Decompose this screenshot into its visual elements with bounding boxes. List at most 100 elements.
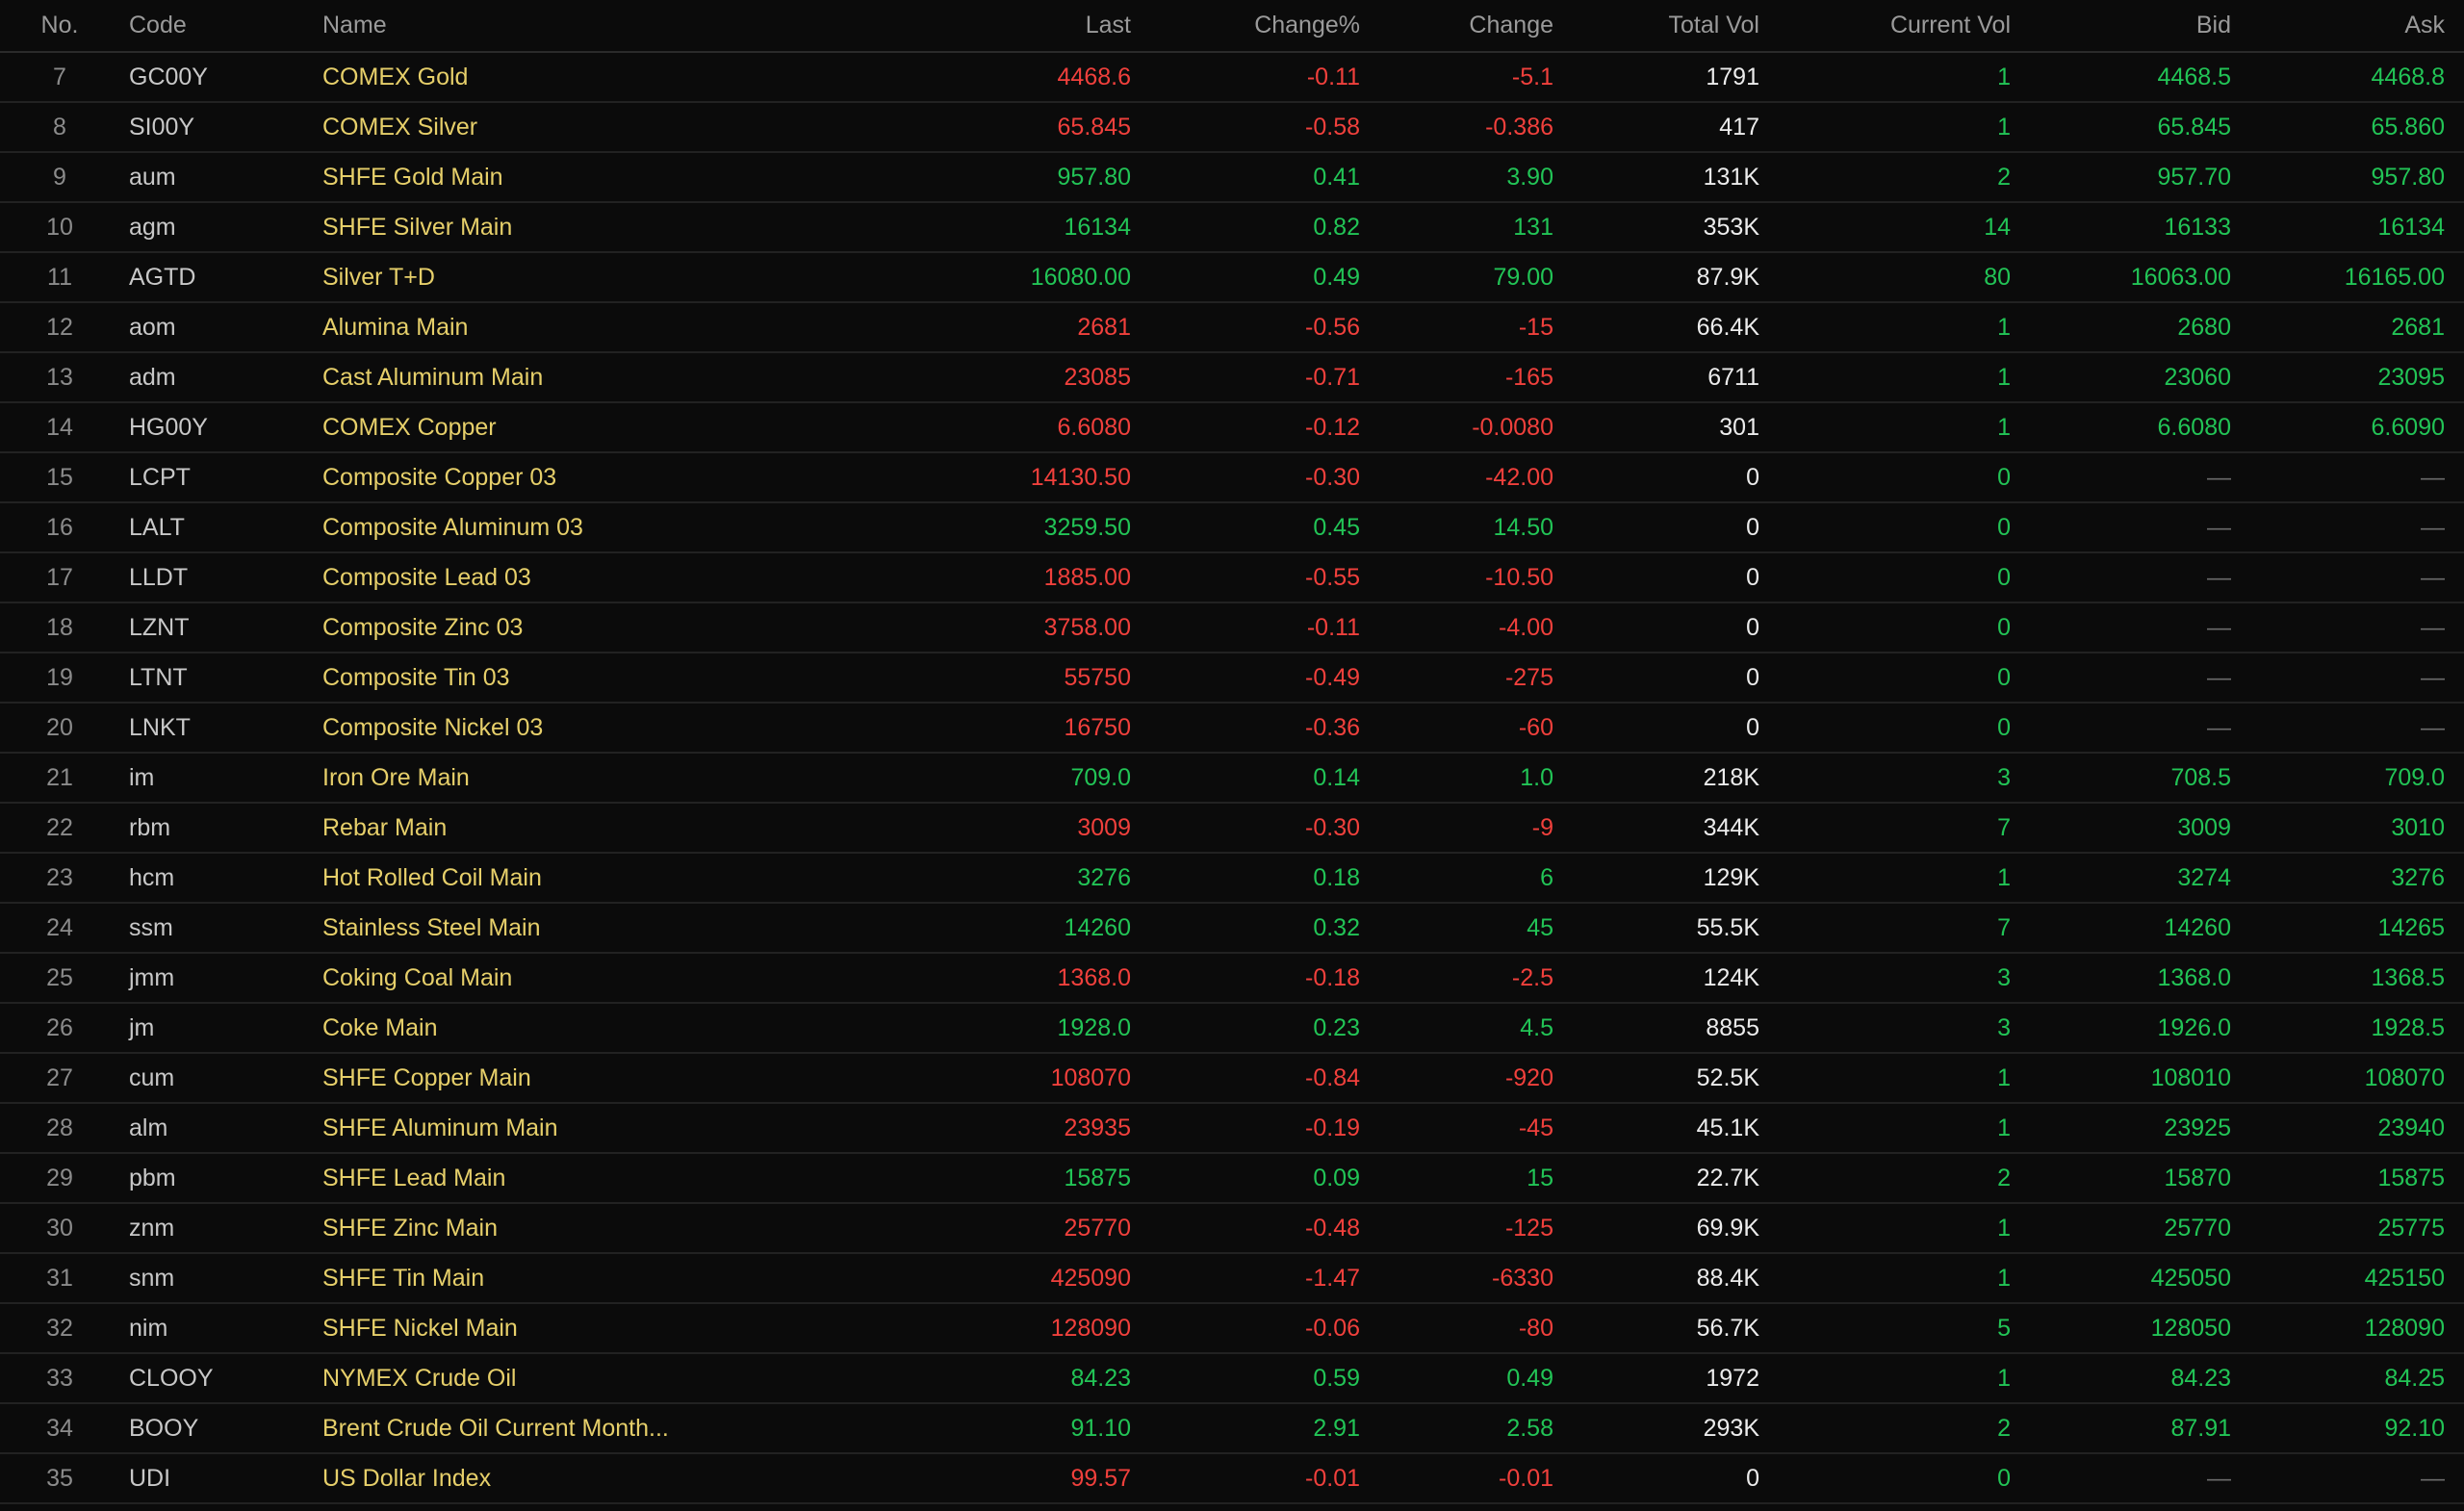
table-row[interactable]: 7 GC00Y COMEX Gold 4468.6 -0.11 -5.1 1791 1 4468… [0, 52, 2464, 103]
table-row[interactable]: 29 pbm SHFE Lead Main 15875 0.09 15 22.7K 2 1587… [0, 1153, 2464, 1204]
cell-last: 25770 [722, 1203, 1150, 1254]
table-row[interactable]: 8 SI00Y COMEX Silver 65.845 -0.58 -0.386 417 1 6… [0, 102, 2464, 153]
cell-total-vol: 56.7K [1573, 1303, 1779, 1354]
table-row[interactable]: 16 LALT Composite Aluminum 03 3259.50 0.45 14… [0, 502, 2464, 553]
table-row[interactable]: 23 hcm Hot Rolled Coil Main 3276 0.18 6 129K 1 3… [0, 853, 2464, 904]
col-header-last[interactable]: Last [722, 0, 1150, 53]
cell-bid: 23925 [2030, 1103, 2250, 1154]
table-row[interactable]: 21 im Iron Ore Main 709.0 0.14 1.0 218K 3 708.5 7… [0, 753, 2464, 804]
table-row[interactable]: 30 znm SHFE Zinc Main 25770 -0.48 -125 69.9K 1 2… [0, 1203, 2464, 1254]
table-row[interactable]: 33 CLOOY NYMEX Crude Oil 84.23 0.59 0.49 1972 1… [0, 1353, 2464, 1404]
cell-code: znm [119, 1203, 313, 1254]
cell-last: 709.0 [722, 753, 1150, 804]
cell-last: 128090 [722, 1303, 1150, 1354]
table-row[interactable]: 32 nim SHFE Nickel Main 128090 -0.06 -80 56.7K… [0, 1303, 2464, 1354]
col-header-change-pct[interactable]: Change% [1150, 0, 1379, 53]
cell-ask: 4468.8 [2250, 52, 2464, 103]
table-row[interactable]: 31 snm SHFE Tin Main 425090 -1.47 -6330 88.4K 1… [0, 1253, 2464, 1304]
table-row[interactable]: 24 ssm Stainless Steel Main 14260 0.32 45 55.5… [0, 903, 2464, 954]
cell-change: -80 [1379, 1303, 1573, 1354]
table-row[interactable]: 25 jmm Coking Coal Main 1368.0 -0.18 -2.5 124K… [0, 953, 2464, 1004]
cell-name: Stainless Steel Main [313, 903, 722, 954]
cell-ask: — [2250, 703, 2464, 754]
cell-bid: 1368.0 [2030, 953, 2250, 1004]
col-header-change[interactable]: Change [1379, 0, 1573, 53]
table-row[interactable]: 9 aum SHFE Gold Main 957.80 0.41 3.90 131K 2 957… [0, 152, 2464, 203]
cell-bid: 1926.0 [2030, 1003, 2250, 1054]
cell-total-vol: 22.7K [1573, 1153, 1779, 1204]
table-row[interactable]: 15 LCPT Composite Copper 03 14130.50 -0.30 -4… [0, 452, 2464, 503]
cell-ask: 23940 [2250, 1103, 2464, 1154]
table-row[interactable]: 19 LTNT Composite Tin 03 55750 -0.49 -275 0 0— — [0, 653, 2464, 704]
cell-bid: 14260 [2030, 903, 2250, 954]
cell-name: Alumina Main [313, 302, 722, 353]
cell-code: nim [119, 1303, 313, 1354]
cell-code: BOOY [119, 1403, 313, 1454]
table-row[interactable]: 26 jm Coke Main 1928.0 0.23 4.5 8855 3 1926.0 192… [0, 1003, 2464, 1054]
cell-no: 33 [0, 1353, 119, 1404]
cell-name: Iron Ore Main [313, 753, 722, 804]
table-row[interactable]: 11 AGTD Silver T+D 16080.00 0.49 79.00 87.9K 80… [0, 252, 2464, 303]
cell-name: SHFE Nickel Main [313, 1303, 722, 1354]
col-header-code[interactable]: Code [119, 0, 313, 53]
cell-name: COMEX Silver [313, 102, 722, 153]
cell-ask: 3276 [2250, 853, 2464, 904]
cell-last: 16750 [722, 703, 1150, 754]
cell-last: 14260 [722, 903, 1150, 954]
quote-table-body: 7 GC00Y COMEX Gold 4468.6 -0.11 -5.1 1791 1 4468… [0, 52, 2464, 1504]
table-row[interactable]: 22 rbm Rebar Main 3009 -0.30 -9 344K 7 3009 3010 [0, 803, 2464, 854]
col-header-current-vol[interactable]: Current Vol [1779, 0, 2030, 53]
cell-name: SHFE Aluminum Main [313, 1103, 722, 1154]
cell-name: Composite Tin 03 [313, 653, 722, 704]
cell-code: GC00Y [119, 52, 313, 103]
col-header-total-vol[interactable]: Total Vol [1573, 0, 1779, 53]
cell-total-vol: 353K [1573, 202, 1779, 253]
table-row[interactable]: 14 HG00Y COMEX Copper 6.6080 -0.12 -0.0080 301… [0, 402, 2464, 453]
cell-change: 79.00 [1379, 252, 1573, 303]
cell-change-pct: 0.09 [1150, 1153, 1379, 1204]
col-header-ask[interactable]: Ask [2250, 0, 2464, 53]
cell-code: jmm [119, 953, 313, 1004]
col-header-no[interactable]: No. [0, 0, 119, 53]
table-row[interactable]: 12 aom Alumina Main 2681 -0.56 -15 66.4K 1 2680 2… [0, 302, 2464, 353]
cell-no: 9 [0, 152, 119, 203]
table-row[interactable]: 27 cum SHFE Copper Main 108070 -0.84 -920 52.5… [0, 1053, 2464, 1104]
table-row[interactable]: 18 LZNT Composite Zinc 03 3758.00 -0.11 -4.00… [0, 602, 2464, 653]
table-row[interactable]: 17 LLDT Composite Lead 03 1885.00 -0.55 -10.5… [0, 552, 2464, 603]
cell-bid: — [2030, 552, 2250, 603]
cell-bid: 15870 [2030, 1153, 2250, 1204]
cell-last: 15875 [722, 1153, 1150, 1204]
table-row[interactable]: 35 UDI US Dollar Index 99.57 -0.01 -0.01 0 0— — [0, 1453, 2464, 1504]
cell-name: SHFE Lead Main [313, 1153, 722, 1204]
col-header-bid[interactable]: Bid [2030, 0, 2250, 53]
cell-no: 27 [0, 1053, 119, 1104]
table-row[interactable]: 10 agm SHFE Silver Main 16134 0.82 131 353K 14 1… [0, 202, 2464, 253]
table-row[interactable]: 28 alm SHFE Aluminum Main 23935 -0.19 -45 45.1… [0, 1103, 2464, 1154]
cell-bid: — [2030, 703, 2250, 754]
cell-ask: 25775 [2250, 1203, 2464, 1254]
table-row[interactable]: 20 LNKT Composite Nickel 03 16750 -0.36 -60 0 0… [0, 703, 2464, 754]
cell-last: 957.80 [722, 152, 1150, 203]
cell-change: -42.00 [1379, 452, 1573, 503]
cell-change: -0.386 [1379, 102, 1573, 153]
cell-total-vol: 0 [1573, 653, 1779, 704]
cell-name: SHFE Copper Main [313, 1053, 722, 1104]
table-row[interactable]: 34 BOOY Brent Crude Oil Current Month... 91… [0, 1403, 2464, 1454]
cell-code: hcm [119, 853, 313, 904]
cell-change-pct: 2.91 [1150, 1403, 1379, 1454]
cell-current-vol: 3 [1779, 1003, 2030, 1054]
cell-bid: 6.6080 [2030, 402, 2250, 453]
cell-no: 35 [0, 1453, 119, 1504]
table-row[interactable]: 13 adm Cast Aluminum Main 23085 -0.71 -165 671… [0, 352, 2464, 403]
cell-change: -125 [1379, 1203, 1573, 1254]
col-header-name[interactable]: Name [313, 0, 722, 53]
cell-bid: 957.70 [2030, 152, 2250, 203]
cell-code: LTNT [119, 653, 313, 704]
cell-change: 45 [1379, 903, 1573, 954]
cell-name: Composite Aluminum 03 [313, 502, 722, 553]
cell-change-pct: -0.71 [1150, 352, 1379, 403]
cell-bid: 16063.00 [2030, 252, 2250, 303]
cell-total-vol: 52.5K [1573, 1053, 1779, 1104]
cell-name: SHFE Silver Main [313, 202, 722, 253]
cell-code: LCPT [119, 452, 313, 503]
